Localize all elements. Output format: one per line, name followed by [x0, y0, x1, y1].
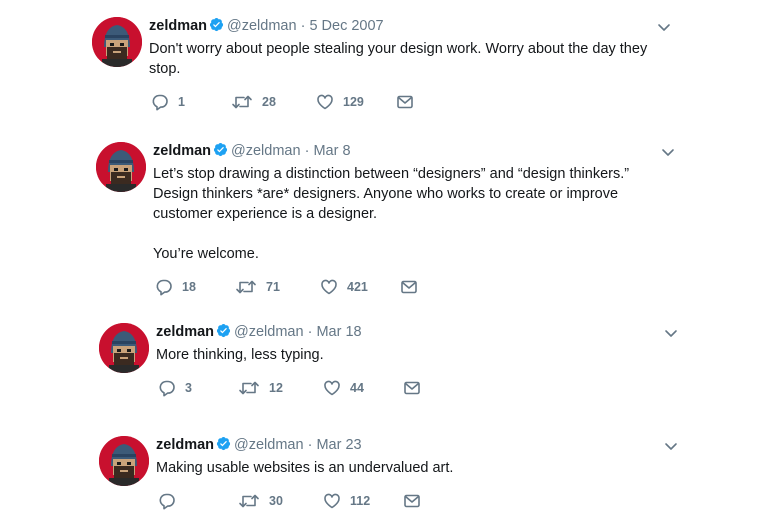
like-button[interactable]: 44	[323, 379, 364, 397]
separator: ·	[300, 18, 306, 34]
tweet-content: zeldman @zeldman · Mar 23 Making usable w…	[156, 436, 679, 512]
reply-count: 1	[178, 95, 185, 109]
retweet-count: 71	[266, 280, 280, 294]
retweet-count: 28	[262, 95, 276, 109]
retweet-button[interactable]: 30	[238, 492, 283, 510]
reply-count: 18	[182, 280, 196, 294]
timestamp[interactable]: 5 Dec 2007	[309, 18, 383, 34]
tweet-paragraph: Making usable websites is an undervalued…	[156, 460, 454, 476]
tweet-paragraph: Don't worry about people stealing your d…	[149, 41, 648, 77]
avatar[interactable]	[99, 323, 149, 373]
avatar[interactable]	[99, 436, 149, 486]
tweet-paragraph: You’re welcome.	[153, 246, 259, 262]
direct-message-button[interactable]	[396, 93, 414, 111]
tweet-header: zeldman @zeldman · Mar 23	[156, 436, 679, 456]
reply-button[interactable]: 18	[155, 278, 196, 296]
envelope-icon	[403, 379, 421, 397]
reply-icon	[151, 93, 169, 111]
separator: ·	[307, 437, 313, 453]
like-button[interactable]: 112	[323, 492, 370, 510]
direct-message-button[interactable]	[403, 492, 421, 510]
timestamp[interactable]: Mar 23	[316, 437, 361, 453]
tweet-text: Don't worry about people stealing your d…	[149, 39, 672, 79]
chevron-down-icon[interactable]	[663, 325, 679, 341]
heart-icon	[316, 93, 334, 111]
chevron-down-icon[interactable]	[663, 438, 679, 454]
timestamp[interactable]: Mar 18	[316, 324, 361, 340]
tweet-header: zeldman @zeldman · 5 Dec 2007	[149, 17, 672, 37]
chevron-down-icon[interactable]	[656, 19, 672, 35]
avatar[interactable]	[92, 17, 142, 67]
retweet-icon	[231, 93, 253, 111]
verified-badge-icon	[209, 17, 224, 37]
tweet-paragraph: Let’s stop drawing a distinction between…	[153, 166, 630, 222]
avatar[interactable]	[96, 142, 146, 192]
verified-badge-icon	[216, 436, 231, 456]
author-name[interactable]: zeldman	[156, 437, 214, 453]
heart-icon	[323, 492, 341, 510]
retweet-button[interactable]: 28	[231, 93, 276, 111]
reply-icon	[158, 492, 176, 510]
retweet-button[interactable]: 12	[238, 379, 283, 397]
like-count: 112	[350, 494, 371, 508]
retweet-count: 12	[269, 381, 283, 395]
like-count: 421	[347, 280, 368, 294]
retweet-count: 30	[269, 494, 283, 508]
separator: ·	[307, 324, 313, 340]
verified-badge-icon	[216, 323, 231, 343]
heart-icon	[320, 278, 338, 296]
reply-button[interactable]	[158, 492, 185, 510]
author-name[interactable]: zeldman	[153, 143, 211, 159]
reply-icon	[158, 379, 176, 397]
timestamp[interactable]: Mar 8	[313, 143, 350, 159]
author-name[interactable]: zeldman	[149, 18, 207, 34]
retweet-icon	[235, 278, 257, 296]
envelope-icon	[400, 278, 418, 296]
retweet-icon	[238, 379, 260, 397]
verified-badge-icon	[213, 142, 228, 162]
like-button[interactable]: 129	[316, 93, 364, 111]
tweet-header: zeldman @zeldman · Mar 18	[156, 323, 679, 343]
tweet-actions: 18 71 421	[153, 278, 676, 298]
tweet-content: zeldman @zeldman · Mar 8 Let’s stop drawi…	[153, 142, 676, 298]
heart-icon	[323, 379, 341, 397]
direct-message-button[interactable]	[400, 278, 418, 296]
reply-icon	[155, 278, 173, 296]
author-handle[interactable]: @zeldman	[234, 324, 304, 340]
reply-count: 3	[185, 381, 192, 395]
chevron-down-icon[interactable]	[660, 144, 676, 160]
author-handle[interactable]: @zeldman	[227, 18, 297, 34]
like-button[interactable]: 421	[320, 278, 368, 296]
tweet-header: zeldman @zeldman · Mar 8	[153, 142, 676, 162]
tweet-actions: 1 28 129	[149, 93, 672, 113]
retweet-icon	[238, 492, 260, 510]
like-count: 129	[343, 95, 364, 109]
reply-button[interactable]: 1	[151, 93, 185, 111]
author-name[interactable]: zeldman	[156, 324, 214, 340]
author-handle[interactable]: @zeldman	[234, 437, 304, 453]
tweet-text: Making usable websites is an undervalued…	[156, 458, 679, 478]
direct-message-button[interactable]	[403, 379, 421, 397]
tweet-actions: 30 112	[156, 492, 679, 512]
tweet-content: zeldman @zeldman · Mar 18 More thinking, …	[156, 323, 679, 399]
retweet-button[interactable]: 71	[235, 278, 280, 296]
tweet-paragraph: More thinking, less typing.	[156, 347, 324, 363]
tweet-text: More thinking, less typing.	[156, 345, 679, 365]
tweet-content: zeldman @zeldman · 5 Dec 2007 Don't worry…	[149, 17, 672, 113]
reply-button[interactable]: 3	[158, 379, 192, 397]
envelope-icon	[403, 492, 421, 510]
author-handle[interactable]: @zeldman	[231, 143, 301, 159]
like-count: 44	[350, 381, 364, 395]
tweet-actions: 3 12 44	[156, 379, 679, 399]
separator: ·	[304, 143, 310, 159]
tweet-text: Let’s stop drawing a distinction between…	[153, 164, 676, 264]
envelope-icon	[396, 93, 414, 111]
